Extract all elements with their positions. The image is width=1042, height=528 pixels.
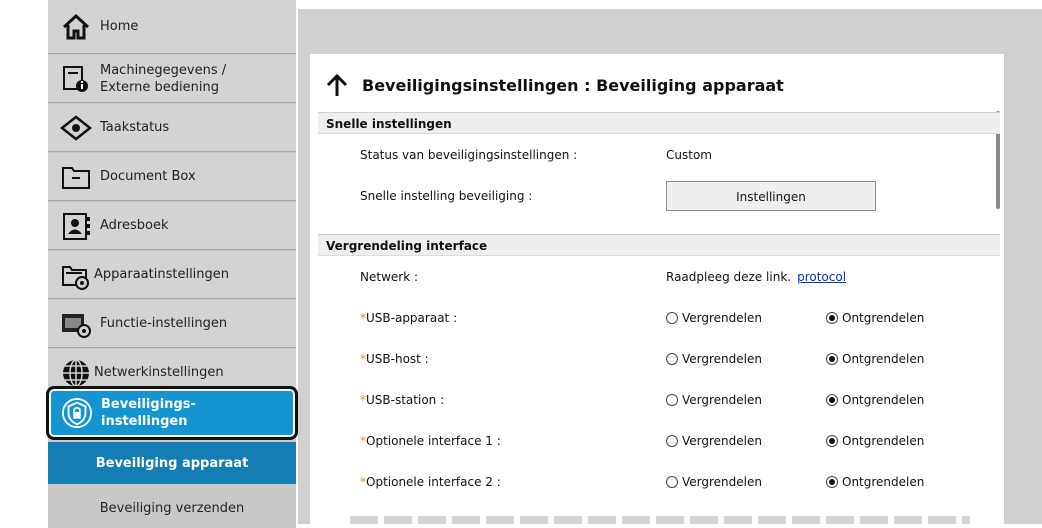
lock-radio[interactable]: Vergrendelen <box>666 380 762 420</box>
lock-radio[interactable]: Vergrendelen <box>666 298 762 338</box>
sidebar: Home Machinegegevens / Externe bediening… <box>46 0 298 528</box>
unlock-radio[interactable]: Ontgrendelen <box>826 421 924 461</box>
sidebar-item-label: Machinegegevens / <box>100 62 227 78</box>
radio-checked-icon[interactable] <box>826 353 838 365</box>
sidebar-item-label: Apparaatinstellingen <box>94 267 230 282</box>
row-security-status: Status van beveiligingsinstellingen : Cu… <box>318 135 1000 175</box>
section-header-quick: Snelle instellingen <box>318 112 1000 134</box>
radio-circle-icon[interactable] <box>666 476 678 488</box>
radio-label: Ontgrendelen <box>842 352 925 366</box>
sidebar-item-label: Home <box>100 19 139 34</box>
radio-label: Ontgrendelen <box>842 393 925 407</box>
sidebar-item-device-settings[interactable]: Apparaatinstellingen <box>48 251 296 299</box>
unlock-radio[interactable]: Ontgrendelen <box>826 380 924 420</box>
home-icon <box>60 11 92 43</box>
radio-checked-icon[interactable] <box>826 394 838 406</box>
row-label: Status van beveiligingsinstellingen : <box>360 148 578 162</box>
unlock-radio[interactable]: Ontgrendelen <box>826 298 924 338</box>
radio-label: Ontgrendelen <box>842 475 925 489</box>
radio-label: Vergrendelen <box>682 311 762 325</box>
function-settings-icon <box>60 308 92 340</box>
sidebar-item-label-line2: instellingen <box>101 414 188 429</box>
address-book-icon <box>60 210 92 242</box>
sidebar-item-job-status[interactable]: Taakstatus <box>48 104 296 152</box>
radio-circle-icon[interactable] <box>666 353 678 365</box>
row-optional-interface-2: *Optionele interface 2 : Vergrendelen On… <box>318 462 1000 502</box>
shield-icon <box>61 397 93 429</box>
network-text: Raadpleeg deze link. <box>666 270 792 284</box>
section-header-interface-lock: Vergrendeling interface <box>318 234 1000 256</box>
subitem-device-security[interactable]: Beveiliging apparaat <box>48 442 296 484</box>
row-usb-device: *USB-apparaat : Vergrendelen Ontgrendele… <box>318 298 1000 338</box>
row-label: Netwerk : <box>360 270 419 284</box>
row-label: USB-apparaat : <box>366 311 458 325</box>
sidebar-item-home[interactable]: Home <box>48 0 296 54</box>
page-title-text: Beveiligingsinstellingen : Beveiliging a… <box>362 75 784 95</box>
row-label: USB-station : <box>366 393 445 407</box>
sidebar-item-function-settings[interactable]: Functie-instellingen <box>48 300 296 348</box>
radio-label: Vergrendelen <box>682 393 762 407</box>
row-usb-drive: *USB-station : Vergrendelen Ontgrendelen <box>318 380 1000 420</box>
radio-checked-icon[interactable] <box>826 312 838 324</box>
radio-circle-icon[interactable] <box>666 312 678 324</box>
lock-radio[interactable]: Vergrendelen <box>666 462 762 502</box>
sidebar-item-label: Netwerkinstellingen <box>94 365 224 380</box>
sidebar-item-label: Document Box <box>100 169 196 184</box>
radio-label: Vergrendelen <box>682 434 762 448</box>
lock-radio[interactable]: Vergrendelen <box>666 339 762 379</box>
folder-icon <box>60 161 92 193</box>
radio-label: Vergrendelen <box>682 475 762 489</box>
subitem-send-security[interactable]: Beveiliging verzenden <box>48 488 296 528</box>
truncated-footer-text <box>350 516 970 524</box>
row-network: Netwerk : Raadpleeg deze link. protocol <box>318 257 1000 297</box>
sidebar-item-label-line2: Externe bediening <box>100 79 219 95</box>
subitem-label: Beveiliging apparaat <box>95 455 249 471</box>
machine-info-icon <box>60 63 92 95</box>
globe-icon <box>60 357 92 389</box>
unlock-radio[interactable]: Ontgrendelen <box>826 339 924 379</box>
sidebar-item-label: Functie-instellingen <box>100 316 228 331</box>
arrow-up-icon[interactable] <box>322 70 352 100</box>
content-card: Beveiligingsinstellingen : Beveiliging a… <box>310 54 1004 524</box>
page-title: Beveiligingsinstellingen : Beveiliging a… <box>322 68 784 102</box>
sidebar-item-security-settings[interactable]: Beveiligings- instellingen <box>46 386 298 440</box>
sidebar-item-machine-info[interactable]: Machinegegevens / Externe bediening <box>48 55 296 103</box>
row-optional-interface-1: *Optionele interface 1 : Vergrendelen On… <box>318 421 1000 461</box>
sidebar-item-label: Beveiligings- <box>101 397 196 412</box>
status-value: Custom <box>666 148 712 162</box>
row-label: Snelle instelling beveiliging : <box>360 189 533 203</box>
lock-radio[interactable]: Vergrendelen <box>666 421 762 461</box>
radio-checked-icon[interactable] <box>826 476 838 488</box>
subitem-label: Beveiliging verzenden <box>99 500 245 516</box>
row-label: USB-host : <box>366 352 429 366</box>
eye-icon <box>60 112 92 144</box>
unlock-radio[interactable]: Ontgrendelen <box>826 462 924 502</box>
sidebar-item-document-box[interactable]: Document Box <box>48 153 296 201</box>
row-usb-host: *USB-host : Vergrendelen Ontgrendelen <box>318 339 1000 379</box>
sidebar-item-label: Adresboek <box>100 218 169 233</box>
radio-label: Ontgrendelen <box>842 311 925 325</box>
row-label: Optionele interface 1 : <box>366 434 501 448</box>
row-quick-setting: Snelle instelling beveiliging : Instelli… <box>318 176 1000 216</box>
radio-label: Ontgrendelen <box>842 434 925 448</box>
sidebar-item-address-book[interactable]: Adresboek <box>48 202 296 250</box>
protocol-link[interactable]: protocol <box>797 270 846 284</box>
top-strip <box>298 0 1042 9</box>
radio-circle-icon[interactable] <box>666 435 678 447</box>
radio-circle-icon[interactable] <box>666 394 678 406</box>
device-settings-icon <box>60 259 92 291</box>
radio-checked-icon[interactable] <box>826 435 838 447</box>
sidebar-item-label: Taakstatus <box>100 120 170 135</box>
settings-button[interactable]: Instellingen <box>666 181 876 211</box>
row-label: Optionele interface 2 : <box>366 475 501 489</box>
radio-label: Vergrendelen <box>682 352 762 366</box>
